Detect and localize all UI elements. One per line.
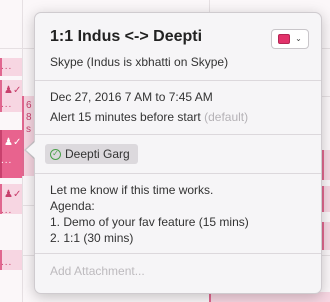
calendar-event[interactable] (322, 150, 330, 180)
event-fragment: 6 (26, 100, 32, 111)
notes-line: Let me know if this time works. (50, 183, 214, 197)
event-fragment: 8 (26, 112, 32, 123)
divider (35, 134, 321, 135)
notes-line: Agenda: (50, 199, 95, 213)
event-popover: 1:1 Indus <-> Deepti ⌄ Skype (Indus is x… (34, 12, 322, 294)
event-datetime[interactable]: Dec 27, 2016 7 AM to 7:45 AM (50, 90, 213, 104)
notes-line: 1. Demo of your fav feature (15 mins) (50, 215, 249, 229)
divider (35, 173, 321, 174)
event-notes[interactable]: Let me know if this time works. Agenda: … (50, 182, 249, 246)
alert-text: Alert 15 minutes before start (50, 110, 201, 124)
event-alert[interactable]: Alert 15 minutes before start (default) (50, 110, 248, 124)
more-dots: ... (1, 99, 13, 110)
chevron-down-icon: ⌄ (295, 34, 302, 43)
calendar-event[interactable] (322, 186, 330, 212)
add-attachment-link[interactable]: Add Attachment... (50, 264, 145, 278)
notes-line: 2. 1:1 (30 mins) (50, 231, 134, 245)
more-dots: ... (1, 61, 13, 72)
attendee-chip[interactable]: ✓ Deepti Garg (45, 144, 138, 164)
attendees-icon: ♟✓ (4, 85, 22, 96)
attendees-icon: ♟✓ (4, 189, 22, 200)
event-title[interactable]: 1:1 Indus <-> Deepti (50, 28, 202, 46)
check-circle-icon: ✓ (50, 148, 61, 160)
calendar-color-swatch (278, 34, 291, 44)
alert-default-label: (default) (204, 110, 249, 124)
more-dots: ... (1, 205, 13, 216)
divider (35, 80, 321, 81)
popover-arrow-fill (26, 141, 36, 159)
more-dots: ... (1, 155, 13, 166)
event-location[interactable]: Skype (Indus is xbhatti on Skype) (50, 55, 228, 69)
divider (35, 253, 321, 254)
more-dots: ... (1, 257, 13, 268)
calendar-color-picker[interactable]: ⌄ (271, 29, 309, 49)
attendee-name: Deepti Garg (65, 147, 130, 161)
attendees-icon: ♟✓ (4, 137, 22, 148)
event-fragment: s (26, 124, 31, 135)
calendar-event[interactable] (322, 222, 330, 250)
